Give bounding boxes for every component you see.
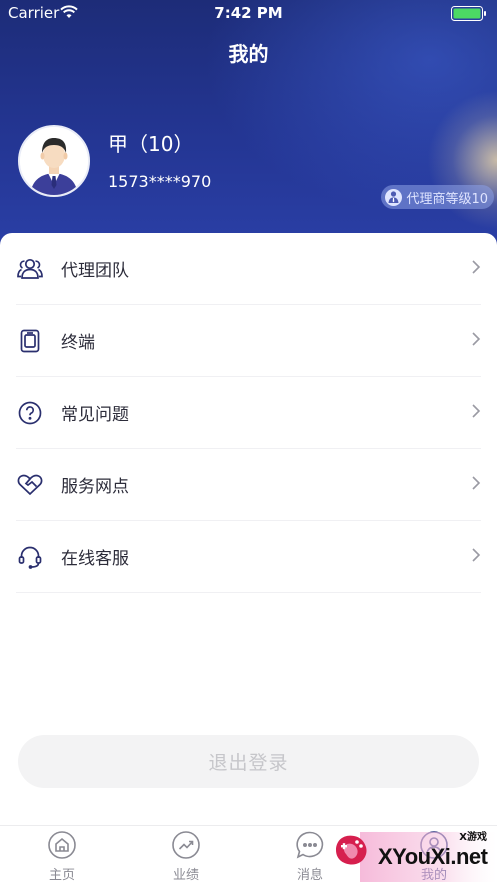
menu-item-service-points[interactable]: 服务网点	[16, 449, 481, 521]
logout-button[interactable]: 退出登录	[18, 735, 479, 788]
menu-item-agent-team[interactable]: 代理团队	[16, 233, 481, 305]
chevron-right-icon	[471, 259, 481, 279]
menu-item-terminal[interactable]: 终端	[16, 305, 481, 377]
status-bar: Carrier 7:42 PM	[0, 0, 497, 26]
heart-handshake-icon	[16, 471, 44, 499]
user-name: 甲（10）	[108, 132, 194, 156]
header-glow	[427, 90, 497, 230]
chevron-right-icon	[471, 475, 481, 495]
tab-performance[interactable]: 业绩	[124, 830, 248, 883]
battery-icon	[451, 6, 487, 21]
menu-list: 代理团队 终端 常见问题 服务网点 在线客服	[16, 233, 481, 593]
question-icon	[16, 399, 44, 427]
tab-label: 业绩	[172, 868, 199, 883]
person-icon	[385, 188, 403, 206]
headset-icon	[16, 543, 44, 571]
trend-icon	[171, 830, 201, 860]
message-icon	[295, 830, 325, 860]
chevron-right-icon	[471, 403, 481, 423]
menu-item-faq[interactable]: 常见问题	[16, 377, 481, 449]
agent-level-badge: 代理商等级10	[381, 185, 494, 209]
watermark-small-text: X游戏	[459, 832, 487, 843]
menu-item-label: 常见问题	[61, 405, 129, 425]
watermark-text: XYouXi.net	[378, 844, 488, 869]
menu-item-online-support[interactable]: 在线客服	[16, 521, 481, 593]
avatar[interactable]	[18, 125, 90, 197]
menu-item-label: 在线客服	[61, 549, 129, 569]
site-watermark: X游戏 XYouXi.net	[330, 826, 497, 883]
agent-level-label: 代理商等级10	[406, 191, 488, 207]
menu-item-label: 代理团队	[61, 261, 129, 281]
terminal-icon	[16, 327, 44, 355]
chevron-right-icon	[471, 331, 481, 351]
home-icon	[47, 830, 77, 860]
chevron-right-icon	[471, 547, 481, 567]
user-phone: 1573****970	[108, 172, 212, 191]
page-title: 我的	[228, 42, 269, 66]
menu-item-label: 终端	[61, 333, 95, 353]
tab-label: 主页	[48, 868, 75, 883]
clock: 7:42 PM	[214, 4, 283, 22]
tab-home[interactable]: 主页	[0, 830, 124, 883]
menu-item-label: 服务网点	[61, 477, 129, 497]
team-icon	[16, 255, 44, 283]
